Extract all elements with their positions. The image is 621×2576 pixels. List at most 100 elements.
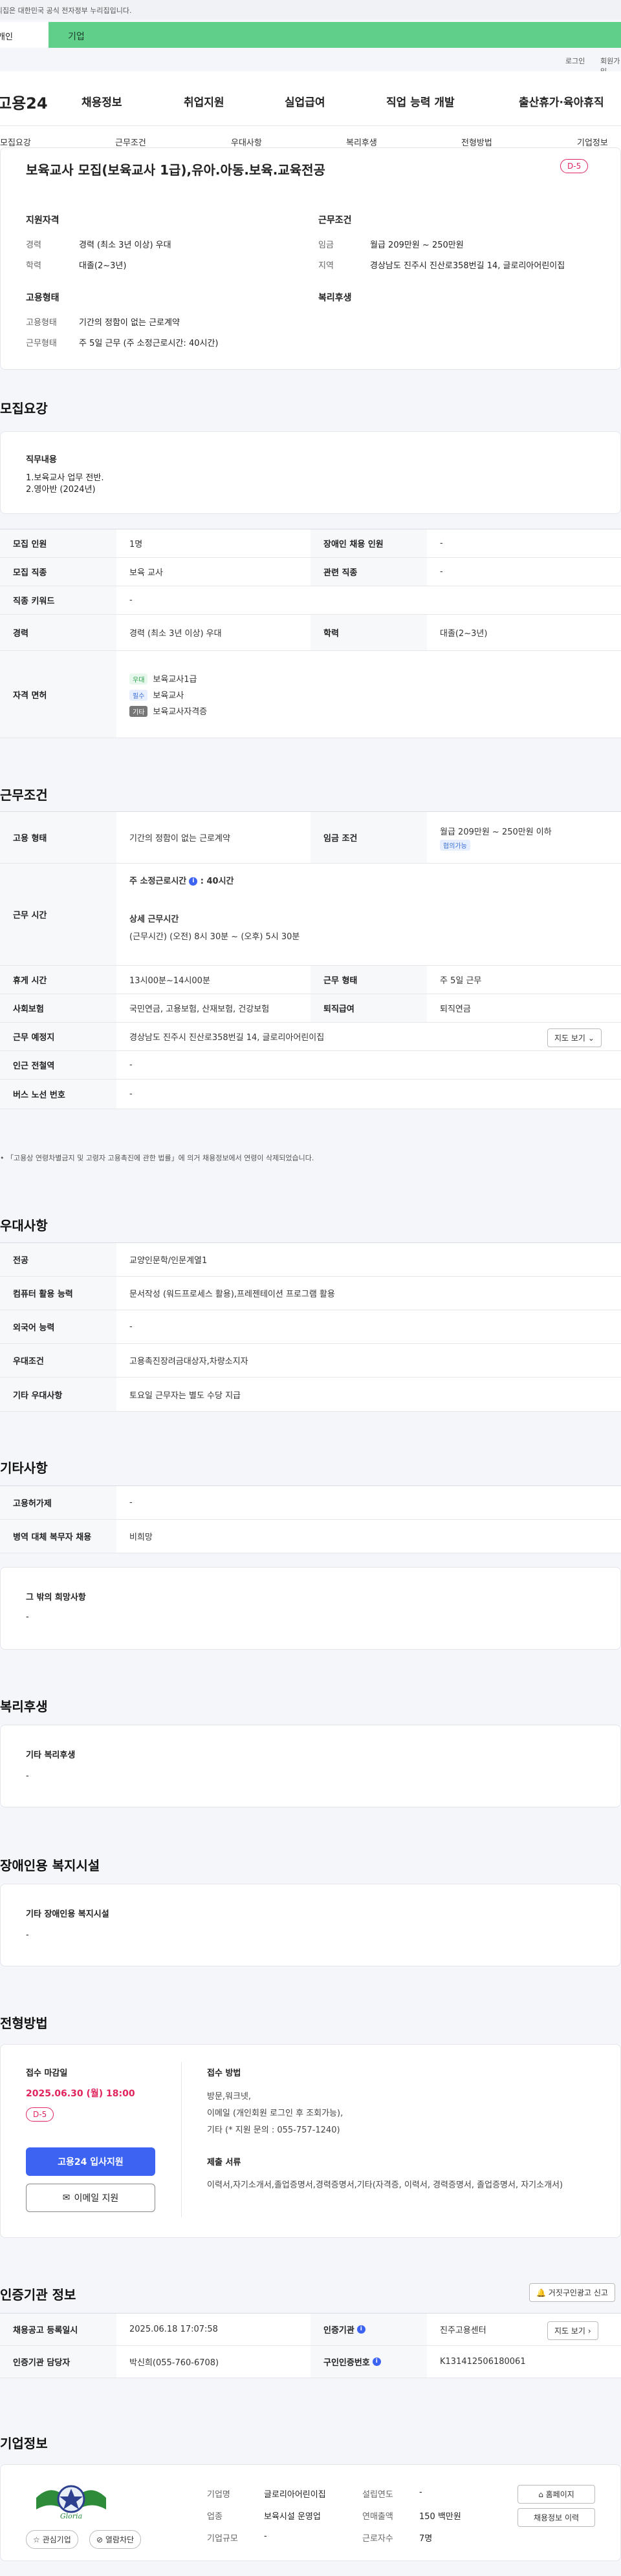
duty-line-1: 1.보육교사 업무 전반.: [26, 473, 104, 483]
agency-table: 채용공고 등록일시 2025.06.18 17:07:58 인증기관 i 진주고용…: [0, 2313, 621, 2378]
company-section-title: 기업정보: [0, 2436, 48, 2451]
info-icon[interactable]: i: [356, 2325, 365, 2334]
gnb-unemployment-benefit[interactable]: 실업급여: [285, 93, 325, 109]
sales-label: 연매출액: [362, 2512, 393, 2522]
deadline-value: 2025.06.30 (월) 18:00: [26, 2089, 135, 2099]
hours-cell: 주 소정근로시간 i : 40시간 상세 근무시간 (근무시간) (오전) 8시 …: [129, 864, 300, 965]
subnav-recruit[interactable]: 모집요강: [0, 136, 31, 148]
agency-value: 진주고용센터: [440, 2326, 486, 2336]
welfare-value: -: [26, 1771, 29, 1781]
bell-icon: 🔔: [536, 2288, 546, 2297]
tab-business[interactable]: 기업: [68, 22, 85, 43]
edu-row-label: 학력: [310, 615, 427, 650]
work-type-value: 주 5일 근무 (주 소정근로시간: 40시간): [79, 339, 219, 348]
table-row: 경력 경력 (최소 3년 이상) 우대 학력 대졸(2~3년): [0, 615, 621, 651]
severance-label: 퇴직급여: [310, 994, 427, 1022]
star-icon: ☆: [33, 2535, 40, 2544]
user-type-tabs: [0, 22, 621, 48]
gnb-employment-support[interactable]: 취업지원: [184, 93, 224, 109]
docs-value: 이력서,자기소개서,졸업증명서,경력증명서,기타(자격증, 이력서, 경력증명서…: [207, 2180, 563, 2190]
block-view-button[interactable]: ⊘ 열람차단: [89, 2530, 142, 2549]
gov-notice: 이 누리집은 대한민국 공식 전자정부 누리집입니다.: [0, 6, 132, 15]
gnb-parental-leave[interactable]: 출산휴가·육아휴직: [519, 93, 604, 109]
related-job-label: 관련 직종: [310, 558, 427, 586]
keyword-value: -: [129, 595, 133, 605]
docs-heading: 제출 서류: [207, 2158, 241, 2167]
disabled-welfare-section-title: 장애인용 복지시설: [0, 1858, 100, 1873]
job-value: 보육 교사: [129, 568, 163, 578]
cert-id-value: K131412506180061: [440, 2357, 526, 2367]
method-line-1: 방문,워크넷,: [207, 2092, 252, 2102]
info-icon[interactable]: i: [189, 877, 198, 886]
other-table: 고용허가제 - 병역 대체 복무자 채용 비희망: [0, 1485, 621, 1553]
license-item: 기타 보육교사자격증: [129, 705, 207, 717]
work-section-title: 근무조건: [0, 787, 48, 803]
subnav-welfare[interactable]: 복리후생: [346, 136, 377, 148]
dday-badge: D-5: [560, 159, 589, 173]
table-row: 전공 교양인문학/인문계열1: [0, 1243, 621, 1277]
reg-date-value: 2025.06.18 17:07:58: [129, 2325, 218, 2334]
other-section-title: 기타사항: [0, 1460, 48, 1476]
career-row-label: 경력: [0, 615, 116, 650]
subnav-process[interactable]: 전형방법: [461, 136, 492, 148]
emp-form-label: 고용 형태: [0, 812, 116, 863]
wish-heading: 그 밖의 희망사항: [26, 1593, 86, 1602]
recruit-table: 모집 인원 1명 장애인 채용 인원 - 모집 직종 보육 교사 관련 직종 -…: [0, 529, 621, 738]
staff-value: 박신희(055-760-6708): [129, 2358, 219, 2368]
table-row: 인증기관 담당자 박신희(055-760-6708) 구인인증번호 i K1314…: [0, 2346, 621, 2378]
home-icon: ⌂: [538, 2490, 543, 2499]
negotiable-badge: 협의가능: [440, 839, 470, 851]
employees-value: 7명: [419, 2534, 433, 2544]
table-row: 근무 예정지 경상남도 진주시 진산로358번길 14, 글로리아어린이집 지도…: [0, 1023, 621, 1051]
table-row: 기타 우대사항 토요일 근무자는 별도 수당 지급: [0, 1378, 621, 1412]
disabled-welfare-value: -: [26, 1930, 29, 1940]
disabled-welfare-card: [0, 1884, 621, 1966]
insurance-value: 국민연금, 고용보험, 산재보험, 건강보험: [129, 1005, 270, 1014]
subnav-work[interactable]: 근무조건: [115, 136, 146, 148]
wage-label: 임금: [318, 240, 334, 250]
career-row-value: 경력 (최소 3년 이상) 우대: [129, 629, 222, 639]
wage-cond-value: 월급 209만원 ~ 250만원 이하: [440, 827, 552, 837]
email-apply-button[interactable]: ✉ 이메일 지원: [26, 2184, 155, 2212]
reg-date-label: 채용공고 등록일시: [0, 2314, 116, 2345]
false-ad-report-button[interactable]: 🔔 거짓구인광고 신고: [529, 2283, 615, 2302]
homepage-button[interactable]: ⌂ 홈페이지: [518, 2485, 595, 2504]
duty-line-2: 2.영아반 (2024년): [26, 485, 96, 495]
edu-value: 대졸(2~3년): [79, 261, 127, 271]
license-name: 보육교사: [153, 690, 184, 701]
favorite-company-button[interactable]: ☆ 관심기업: [26, 2530, 78, 2549]
hours-label: 근무 시간: [0, 864, 116, 965]
company-name-label: 기업명: [207, 2490, 230, 2500]
site-logo[interactable]: 고용24: [0, 90, 48, 113]
table-row: 고용 형태 기간의 정함이 없는 근로계약 임금 조건 월급 209만원 ~ 2…: [0, 812, 621, 864]
info-icon[interactable]: i: [372, 2358, 381, 2366]
pref-cond-value: 고용촉진장려금대상자,차량소지자: [129, 1357, 248, 1367]
bus-value: -: [129, 1089, 133, 1099]
emp-form-value: 기간의 정함이 없는 근로계약: [129, 834, 230, 844]
map-view-button[interactable]: 지도 보기 ⌄: [547, 1028, 602, 1047]
apply-button[interactable]: 고용24 입사지원: [26, 2147, 155, 2176]
job-history-button[interactable]: 채용정보 이력: [518, 2508, 595, 2527]
founded-label: 설립연도: [362, 2490, 393, 2500]
computer-label: 컴퓨터 활용 능력: [0, 1277, 116, 1310]
table-row: 병역 대체 복무자 채용 비희망: [0, 1520, 621, 1553]
wish-value: -: [26, 1612, 29, 1622]
table-row: 고용허가제 -: [0, 1486, 621, 1520]
login-link[interactable]: 로그인: [565, 56, 585, 66]
subnav-company[interactable]: 기업정보: [577, 136, 608, 148]
place-value: 경상남도 진주시 진산로358번길 14, 글로리아어린이집: [129, 1033, 325, 1043]
table-row: 외국어 능력 -: [0, 1310, 621, 1344]
company-logo: Gloria: [30, 2480, 113, 2521]
agency-map-button[interactable]: 지도 보기 ›: [547, 2321, 598, 2340]
pref-etc-value: 토요일 근무자는 별도 수당 지급: [129, 1390, 241, 1401]
tag-preferred: 우대: [129, 673, 148, 685]
method-heading: 접수 방법: [207, 2069, 241, 2078]
career-label: 경력: [26, 240, 41, 250]
subnav-pref[interactable]: 우대사항: [231, 136, 262, 148]
tab-person[interactable]: 개인: [0, 22, 49, 48]
gnb-jobs[interactable]: 채용정보: [82, 93, 122, 109]
table-row: 근무 시간 주 소정근로시간 i : 40시간 상세 근무시간 (근무시간) (오…: [0, 864, 621, 966]
weekly-hours: 주 소정근로시간 i : 40시간: [129, 877, 234, 886]
gnb-vocational-training[interactable]: 직업 능력 개발: [386, 93, 455, 109]
break-label: 휴게 시간: [0, 966, 116, 994]
